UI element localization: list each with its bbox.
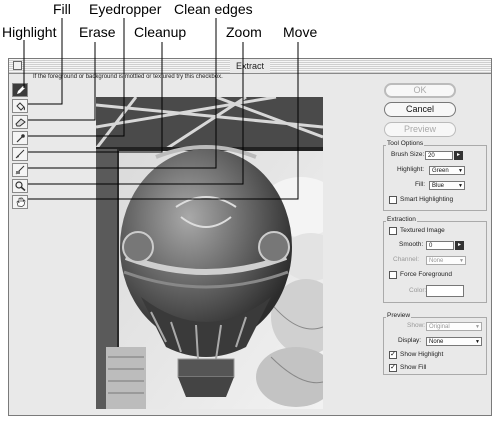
balloon-image: [96, 97, 323, 409]
preview-button[interactable]: Preview: [384, 122, 456, 137]
smart-highlighting-label: Smart Highlighting: [400, 196, 454, 203]
hand-tool[interactable]: [12, 195, 28, 209]
channel-value: None: [429, 258, 444, 264]
callout-zoom: Zoom: [226, 24, 262, 40]
extract-dialog: Extract If the foreground or background …: [8, 58, 492, 416]
highlighter-tool[interactable]: [12, 83, 28, 97]
zoom-tool[interactable]: [12, 179, 28, 193]
cancel-button[interactable]: Cancel: [384, 102, 456, 117]
chevron-down-icon: ▼: [475, 324, 480, 330]
show-label: Show:: [407, 322, 426, 329]
paint-bucket-icon: [15, 102, 25, 111]
force-foreground-checkbox[interactable]: [389, 271, 397, 279]
callout-clean-edges: Clean edges: [174, 1, 253, 17]
edge-touchup-icon: [15, 165, 24, 175]
color-swatch[interactable]: [426, 285, 464, 297]
checkmark-icon: ✓: [390, 364, 396, 371]
show-select[interactable]: Original ▼: [426, 322, 482, 331]
show-highlight-checkbox[interactable]: ✓: [389, 351, 397, 359]
chevron-down-icon: ▼: [458, 168, 463, 174]
title-bar: Extract: [9, 59, 491, 74]
preview-options-title: Preview: [386, 312, 412, 319]
hint-text: If the foreground or background is mottl…: [33, 74, 223, 80]
smooth-label: Smooth:: [399, 241, 424, 248]
show-value: Original: [429, 324, 450, 330]
display-label: Display:: [398, 337, 422, 344]
cleanup-tool[interactable]: [12, 147, 28, 161]
smooth-field[interactable]: 0: [426, 241, 454, 250]
highlight-color-select[interactable]: Green ▼: [429, 166, 465, 175]
callout-highlight: Highlight: [2, 24, 57, 40]
color-label: Color:: [409, 287, 427, 294]
callout-eyedropper: Eyedropper: [89, 1, 162, 17]
tool-options-title: Tool Options: [386, 140, 425, 147]
dialog-title: Extract: [229, 59, 271, 73]
fill-color-label: Fill:: [415, 181, 426, 188]
callout-erase: Erase: [79, 24, 116, 40]
show-highlight-label: Show Highlight: [400, 351, 444, 358]
textured-image-checkbox[interactable]: [389, 227, 397, 235]
brush-size-field[interactable]: 20: [425, 151, 453, 160]
magnifier-icon: [14, 181, 26, 191]
show-fill-label: Show Fill: [400, 364, 427, 371]
fill-color-select[interactable]: Blue ▼: [429, 181, 465, 190]
display-select[interactable]: None ▼: [426, 337, 482, 346]
eyedropper-icon: [16, 134, 25, 143]
brush-size-arrow-icon[interactable]: ▸: [454, 151, 463, 160]
highlight-color-label: Highlight:: [397, 166, 425, 173]
brush-size-label: Brush Size:: [391, 151, 425, 158]
chevron-down-icon: ▼: [475, 339, 480, 345]
eyedropper-tool[interactable]: [12, 131, 28, 145]
eraser-tool[interactable]: [12, 115, 28, 129]
ok-button[interactable]: OK: [384, 83, 456, 98]
channel-label: Channel:: [393, 256, 420, 263]
preview-area[interactable]: [96, 97, 323, 409]
extraction-title: Extraction: [386, 216, 417, 223]
marker-icon: [16, 86, 25, 94]
edge-touchup-tool[interactable]: [12, 163, 28, 177]
eraser-icon: [14, 118, 26, 127]
smart-highlighting-checkbox[interactable]: [389, 196, 397, 204]
chevron-down-icon: ▼: [458, 183, 463, 189]
force-foreground-label: Force Foreground: [400, 271, 453, 278]
chevron-down-icon: ▼: [459, 258, 464, 264]
display-value: None: [429, 339, 444, 345]
textured-image-label: Textured Image: [400, 227, 445, 234]
callout-fill: Fill: [53, 1, 71, 17]
channel-select[interactable]: None ▼: [426, 256, 466, 265]
close-box[interactable]: [13, 61, 22, 70]
highlight-color-value: Green: [432, 168, 449, 174]
smooth-arrow-icon[interactable]: ▸: [455, 241, 464, 250]
cleanup-brush-icon: [15, 149, 24, 159]
fill-tool[interactable]: [12, 99, 28, 113]
fill-color-value: Blue: [432, 183, 445, 189]
show-fill-checkbox[interactable]: ✓: [389, 364, 397, 372]
hand-icon: [16, 197, 25, 207]
callout-move: Move: [283, 24, 318, 40]
callout-cleanup: Cleanup: [134, 24, 187, 40]
checkmark-icon: ✓: [390, 351, 396, 358]
